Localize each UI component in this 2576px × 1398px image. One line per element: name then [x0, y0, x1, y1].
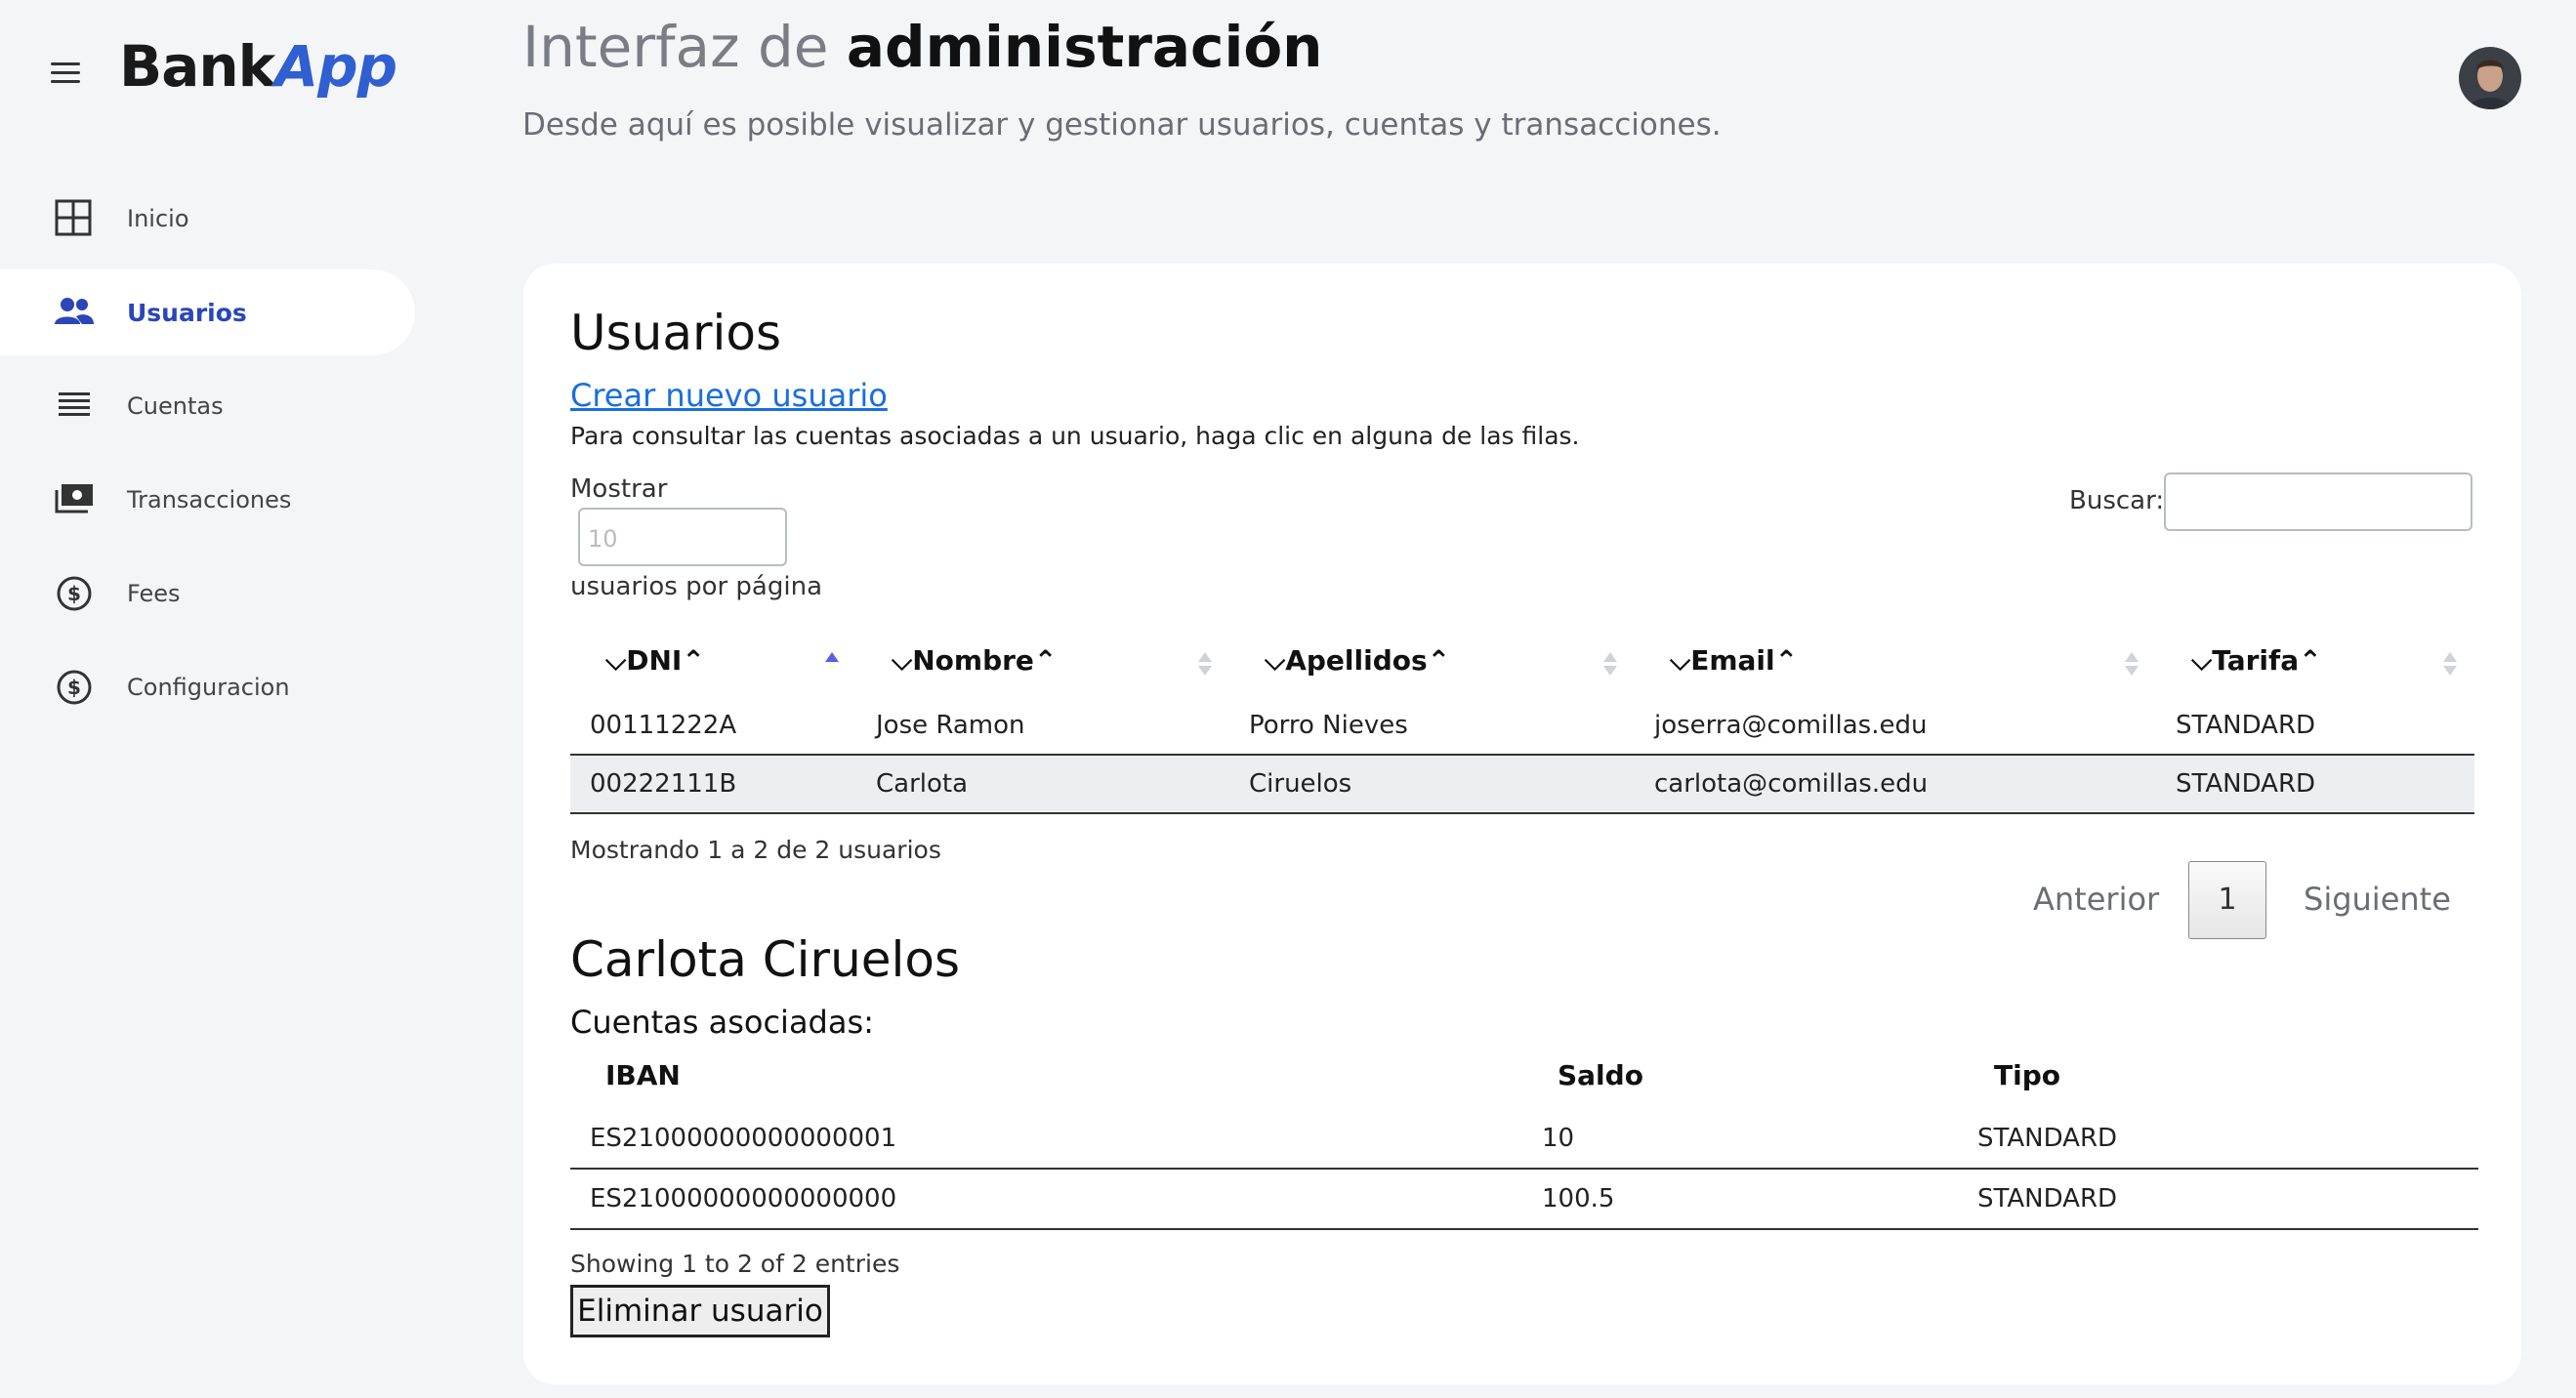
cell-apellidos: Ciruelos: [1229, 755, 1635, 814]
selected-user-name: Carlota Ciruelos: [570, 931, 961, 988]
page-title: Interfaz de administración: [522, 14, 1323, 80]
cell-iban: ES21000000000000001: [570, 1109, 1541, 1170]
cell-dni: 00111222A: [570, 697, 856, 756]
sidebar-nav: Inicio Usuarios Cuentas Transacciones $ …: [0, 176, 415, 738]
grid-icon: [55, 199, 92, 236]
sidebar-item-label: Configuracion: [127, 674, 290, 701]
app-logo: BankApp: [119, 33, 397, 100]
cell-iban: ES21000000000000000: [570, 1169, 1541, 1230]
svg-text:$: $: [67, 676, 81, 699]
cell-email: joserra@comillas.edu: [1635, 697, 2156, 756]
sidebar-item-transacciones[interactable]: Transacciones: [0, 457, 415, 543]
delete-user-button[interactable]: Eliminar usuario: [570, 1285, 830, 1337]
sidebar-item-configuracion[interactable]: $ Configuracion: [0, 644, 415, 730]
user-avatar-icon: [2459, 47, 2521, 109]
cell-dni: 00222111B: [570, 755, 856, 814]
dollar-circle-icon: $: [57, 576, 92, 611]
sidebar-item-label: Usuarios: [127, 298, 247, 327]
sidebar-item-label: Transacciones: [127, 486, 292, 514]
create-user-link[interactable]: Crear nuevo usuario: [570, 377, 888, 414]
search-input[interactable]: [2164, 473, 2472, 531]
column-header-iban[interactable]: IBAN: [570, 1041, 1541, 1109]
cell-nombre: Jose Ramon: [856, 697, 1229, 756]
money-icon: [55, 484, 93, 514]
sort-icon: [2443, 652, 2457, 678]
cell-saldo: 100.5: [1541, 1169, 1976, 1230]
cell-saldo: 10: [1541, 1109, 1976, 1170]
table-row[interactable]: 00111222A Jose Ramon Porro Nieves joserr…: [570, 697, 2474, 756]
column-header-saldo[interactable]: Saldo: [1541, 1041, 1976, 1109]
show-label: Mostrar: [570, 474, 668, 504]
cell-email: carlota@comillas.edu: [1635, 755, 2156, 814]
hamburger-menu-icon[interactable]: [49, 57, 82, 90]
section-title: Usuarios: [570, 305, 782, 361]
column-header-dni[interactable]: ⌵DNI⌃: [570, 625, 856, 697]
column-header-apellidos[interactable]: ⌵Apellidos⌃: [1229, 625, 1635, 697]
sort-icon: [1603, 652, 1617, 678]
column-header-tarifa[interactable]: ⌵Tarifa⌃: [2156, 625, 2474, 697]
sidebar-item-inicio[interactable]: Inicio: [0, 176, 415, 262]
accounts-table: IBAN Saldo Tipo ES21000000000000001 10 S…: [570, 1041, 2478, 1230]
pagination-previous[interactable]: Anterior: [2033, 881, 2159, 918]
sidebar-item-cuentas[interactable]: Cuentas: [0, 363, 415, 449]
cell-tarifa: STANDARD: [2156, 697, 2474, 756]
sidebar-item-label: Cuentas: [127, 392, 224, 420]
pagination-next[interactable]: Siguiente: [2304, 881, 2451, 918]
svg-text:$: $: [67, 582, 81, 605]
dollar-circle-icon: $: [57, 670, 92, 705]
instructions-text: Para consultar las cuentas asociadas a u…: [570, 422, 1580, 450]
cell-tipo: STANDARD: [1976, 1169, 2478, 1230]
sort-asc-icon: [825, 652, 839, 678]
sort-icon: [2125, 652, 2139, 678]
sidebar-item-label: Inicio: [127, 205, 189, 232]
column-header-nombre[interactable]: ⌵Nombre⌃: [856, 625, 1229, 697]
sort-icon: [1198, 652, 1212, 678]
cell-nombre: Carlota: [856, 755, 1229, 814]
accounts-table-info: Showing 1 to 2 of 2 entries: [570, 1250, 900, 1278]
pagination-page-1[interactable]: 1: [2188, 861, 2266, 939]
users-icon: [55, 298, 94, 324]
sidebar-item-label: Fees: [127, 580, 181, 607]
cell-tarifa: STANDARD: [2156, 755, 2474, 814]
users-table: ⌵DNI⌃ ⌵Nombre⌃ ⌵Apellidos⌃ ⌵Email⌃ ⌵Tari…: [570, 625, 2474, 814]
sidebar-item-fees[interactable]: $ Fees: [0, 551, 415, 637]
search-label: Buscar:: [2069, 486, 2165, 515]
table-row[interactable]: ES21000000000000001 10 STANDARD: [570, 1109, 2478, 1170]
cell-tipo: STANDARD: [1976, 1109, 2478, 1170]
table-header-row: ⌵DNI⌃ ⌵Nombre⌃ ⌵Apellidos⌃ ⌵Email⌃ ⌵Tari…: [570, 625, 2474, 697]
table-row[interactable]: ES21000000000000000 100.5 STANDARD: [570, 1169, 2478, 1230]
cell-apellidos: Porro Nieves: [1229, 697, 1635, 756]
sidebar-item-usuarios[interactable]: Usuarios: [0, 269, 415, 355]
accounts-label: Cuentas asociadas:: [570, 1004, 874, 1041]
list-icon: [59, 392, 90, 416]
main-card: Usuarios Crear nuevo usuario Para consul…: [523, 264, 2521, 1384]
avatar[interactable]: [2459, 47, 2521, 109]
table-header-row: IBAN Saldo Tipo: [570, 1041, 2478, 1109]
page-subtitle: Desde aquí es posible visualizar y gesti…: [522, 107, 1722, 143]
table-row[interactable]: 00222111B Carlota Ciruelos carlota@comil…: [570, 755, 2474, 814]
column-header-tipo[interactable]: Tipo: [1976, 1041, 2478, 1109]
table-info: Mostrando 1 a 2 de 2 usuarios: [570, 836, 941, 864]
per-page-input[interactable]: 10: [578, 508, 787, 566]
column-header-email[interactable]: ⌵Email⌃: [1635, 625, 2156, 697]
per-page-suffix: usuarios por página: [570, 572, 823, 601]
